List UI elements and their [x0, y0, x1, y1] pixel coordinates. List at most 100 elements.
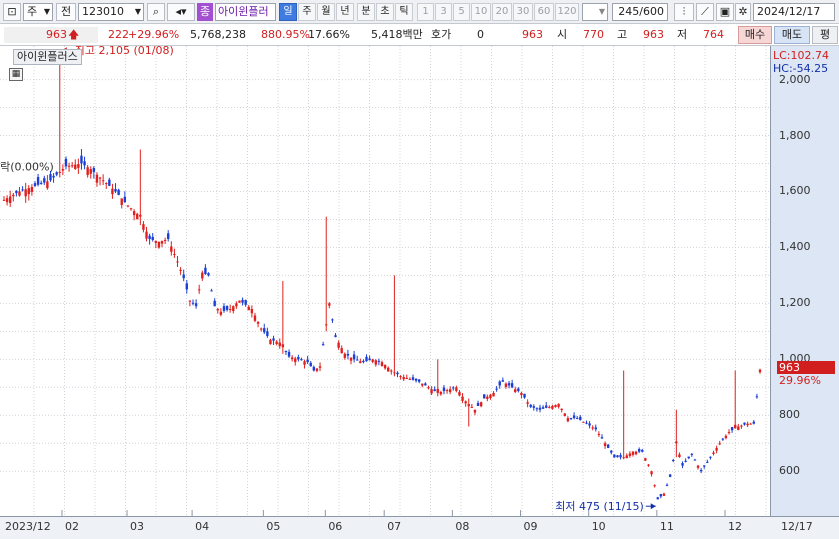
candle-body: [479, 402, 483, 407]
candle-body: [24, 189, 27, 197]
interval-5-button[interactable]: 5: [453, 3, 470, 21]
candle-body: [321, 344, 325, 346]
line-style-icon[interactable]: ⟋: [696, 3, 714, 21]
candle-body: [644, 458, 647, 461]
candle-body: [67, 165, 71, 167]
candle-body: [637, 449, 641, 452]
x-tick-label: 07: [387, 520, 402, 533]
candle-body: [514, 389, 517, 393]
chart-plot[interactable]: 최고 2,105 (01/08)최저 475 (11/15)등락(0.00%) …: [0, 46, 770, 516]
period-minute-button[interactable]: 분: [357, 3, 375, 21]
candle-body: [207, 273, 210, 276]
candle-body: [715, 447, 718, 451]
candle-body: [352, 354, 356, 360]
candle-body: [318, 366, 322, 368]
date-input[interactable]: 2024/12/17: [753, 3, 835, 21]
candle-body: [126, 205, 130, 207]
period-month-button[interactable]: 월: [317, 3, 335, 21]
candle-body: [117, 189, 120, 195]
candle-body: [693, 459, 697, 461]
candle-body: [526, 402, 529, 404]
y-tick-label: 1,200: [779, 296, 811, 310]
prev-button[interactable]: 전: [56, 3, 76, 21]
search-icon[interactable]: ⌕: [147, 3, 165, 21]
up-arrow-icon: 🡅: [68, 28, 80, 41]
interval-120-button[interactable]: 120: [555, 3, 579, 21]
x-tick-label: 04: [195, 520, 210, 533]
candle-body: [5, 198, 9, 203]
candle-body: [64, 158, 68, 167]
candle-body: [21, 189, 24, 191]
candle-body: [613, 454, 616, 458]
bar-count-input[interactable]: 245/600: [612, 3, 668, 21]
candle-body: [343, 353, 347, 358]
interval-1-button[interactable]: 1: [417, 3, 434, 21]
interval-10-button[interactable]: 10: [471, 3, 491, 21]
window-icon[interactable]: ⊡: [3, 3, 21, 21]
x-tick-label: 11: [659, 520, 674, 533]
candle-body: [111, 188, 114, 195]
candle-body: [734, 424, 737, 429]
gear-icon[interactable]: ✲: [735, 3, 751, 21]
volume: 5,768,238: [190, 28, 246, 41]
candle-body: [238, 300, 241, 303]
turnover-rate: 17.66%: [308, 28, 350, 41]
candle-body: [114, 188, 117, 192]
candle-body: [606, 444, 610, 448]
current-price: 963: [46, 28, 67, 41]
candle-body: [721, 438, 725, 440]
candle-body: [625, 455, 628, 458]
candle-body: [411, 377, 415, 380]
candle-body: [232, 306, 235, 312]
candle-body: [139, 214, 142, 217]
market-select[interactable]: 주 ▼: [23, 3, 53, 21]
candle-body: [641, 449, 644, 452]
candle-body: [328, 303, 331, 306]
candle-body: [653, 485, 656, 487]
y-axis: LC:102.74 HC:-54.25 2,000 1,800 1,600 1,400…: [770, 46, 839, 516]
candle-body: [647, 464, 650, 466]
interval-20-button[interactable]: 20: [492, 3, 512, 21]
period-week-button[interactable]: 주: [298, 3, 316, 21]
candle-body: [603, 443, 607, 447]
series-name-label[interactable]: 아이윈플러스: [13, 49, 82, 65]
x-tick-label: 06: [328, 520, 343, 533]
period-day-button[interactable]: 일: [279, 3, 297, 21]
candle-body: [290, 357, 294, 360]
stock-code-input[interactable]: 123010 ▼: [78, 3, 144, 21]
candle-body: [678, 454, 681, 458]
candle-body: [749, 423, 752, 425]
candle-body: [61, 169, 65, 171]
candle-body: [281, 344, 285, 348]
candle-body: [616, 455, 619, 458]
save-icon[interactable]: ▣: [716, 3, 734, 21]
custom-interval-select[interactable]: ▼: [582, 3, 608, 21]
candle-body: [74, 164, 77, 169]
candle-body: [250, 308, 254, 314]
speaker-icon[interactable]: ◂▾: [167, 3, 195, 21]
candle-body: [266, 331, 269, 337]
candle-body: [585, 422, 588, 424]
eval-button[interactable]: 평: [812, 26, 838, 44]
period-second-button[interactable]: 초: [376, 3, 394, 21]
candle-body: [334, 335, 337, 337]
candle-body: [197, 289, 201, 291]
interval-3-button[interactable]: 3: [435, 3, 452, 21]
y-tick-label: 2,000: [779, 72, 811, 86]
candle-body: [575, 418, 579, 420]
buy-button[interactable]: 매수: [738, 26, 772, 44]
stock-name-field[interactable]: 아이윈플러: [215, 3, 276, 21]
candle-body: [597, 433, 601, 435]
interval-30-button[interactable]: 30: [513, 3, 533, 21]
candle-body: [213, 300, 216, 307]
interval-60-button[interactable]: 60: [534, 3, 554, 21]
sell-button[interactable]: 매도: [774, 26, 810, 44]
candle-body: [662, 493, 666, 496]
period-tick-button[interactable]: 틱: [395, 3, 413, 21]
table-icon[interactable]: ▦: [9, 68, 23, 81]
candle-body: [256, 322, 260, 324]
x-tick-label: 2023/12: [5, 520, 51, 533]
candle-style-icon[interactable]: ⫶: [674, 3, 694, 21]
candle-body: [492, 392, 495, 397]
period-year-button[interactable]: 년: [336, 3, 354, 21]
